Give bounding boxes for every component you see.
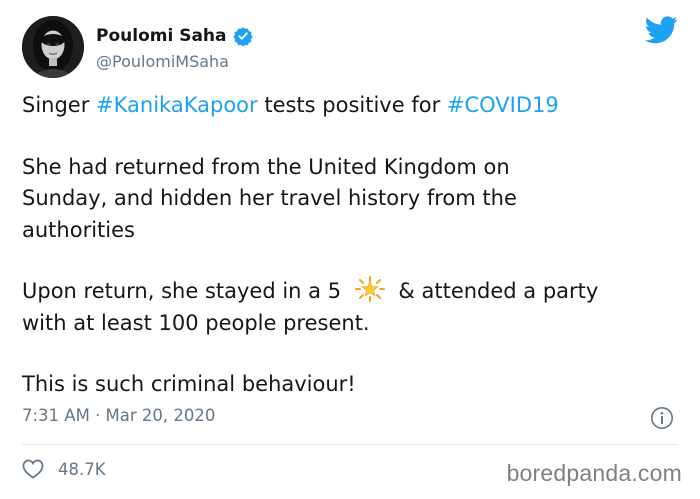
avatar[interactable]	[22, 16, 84, 78]
like-count: 48.7K	[58, 459, 106, 479]
display-name[interactable]: Poulomi Saha	[96, 26, 227, 46]
text-segment: Singer	[22, 93, 97, 117]
tweet-line: This is such criminal behaviour!	[22, 372, 356, 396]
tweet-line: Upon return, she stayed in a 5 & attende…	[22, 276, 682, 308]
hashtag-kanikakapoor[interactable]: #KanikaKapoor	[96, 93, 258, 117]
star-emoji-icon	[354, 276, 386, 302]
tweet-line: authorities	[22, 217, 135, 242]
tweet-header: Poulomi Saha @PoulomiMSaha	[22, 15, 253, 79]
watermark: boredpanda.com	[506, 460, 682, 486]
heart-icon[interactable]	[22, 459, 44, 479]
hashtag-covid19[interactable]: #COVID19	[447, 93, 559, 117]
tweet-timestamp[interactable]: 7:31 AM · Mar 20, 2020	[22, 406, 215, 425]
info-icon[interactable]	[650, 406, 674, 430]
twitter-bird-icon[interactable]	[644, 16, 678, 44]
display-name-row: Poulomi Saha	[96, 23, 253, 49]
tweet-text: Singer #KanikaKapoor tests positive for …	[22, 90, 682, 401]
tweet-line: Sunday, and hidden her travel history fr…	[22, 186, 517, 210]
like-action[interactable]: 48.7K	[22, 456, 106, 482]
author-names: Poulomi Saha @PoulomiMSaha	[96, 23, 253, 71]
text-segment: Upon return, she stayed in a 5	[22, 279, 348, 303]
tweet-line: She had returned from the United Kingdom…	[22, 154, 510, 179]
text-segment: & attended a party	[391, 279, 599, 303]
tweet-line: with at least 100 people present.	[22, 310, 370, 335]
tweet-line: Singer #KanikaKapoor tests positive for …	[22, 90, 682, 122]
verified-badge-icon	[232, 26, 253, 47]
handle[interactable]: @PoulomiMSaha	[96, 52, 253, 71]
text-segment: tests positive for	[257, 93, 447, 117]
tweet-card: Poulomi Saha @PoulomiMSaha Singer #Kanik…	[0, 0, 700, 499]
divider	[22, 444, 678, 445]
